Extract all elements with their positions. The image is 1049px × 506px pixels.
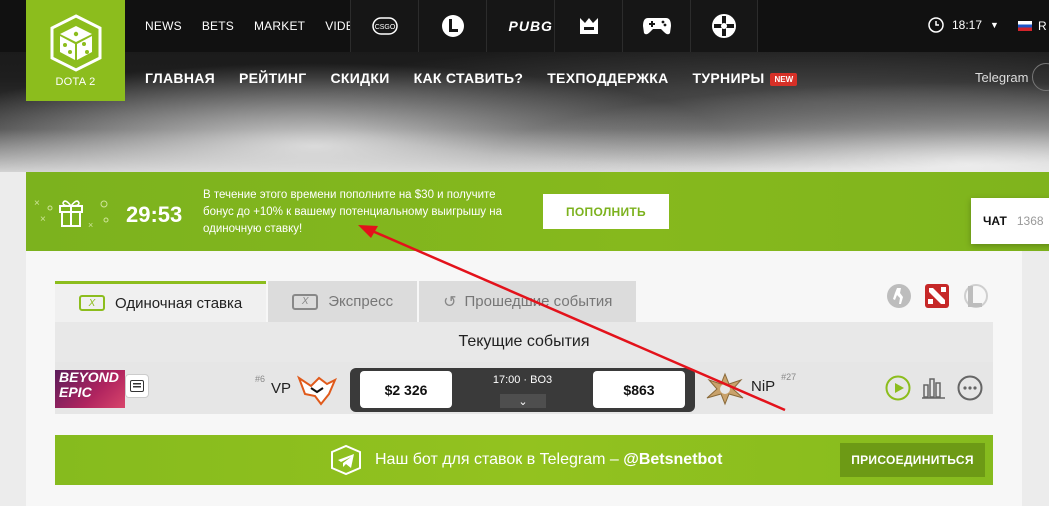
tab-past-events[interactable]: ↺ Прошедшие события	[419, 281, 637, 322]
svg-text:×: ×	[34, 198, 40, 209]
team-name: VP	[271, 380, 292, 397]
events-header: Текущие события	[55, 322, 993, 362]
filter-lol[interactable]	[962, 283, 988, 309]
pubg-icon: PUBG	[508, 18, 553, 34]
tournament-banner[interactable]: BEYOND EPIC	[55, 370, 125, 408]
nav-how-to-bet[interactable]: КАК СТАВИТЬ?	[414, 70, 524, 86]
tf-icon	[712, 14, 736, 38]
single-bet-icon: X	[79, 295, 105, 311]
nav-bets[interactable]: BETS	[202, 19, 234, 33]
card-icon	[130, 380, 144, 392]
clock-icon	[928, 17, 944, 33]
team-name: NiP	[751, 378, 776, 395]
tab-label: Одиночная ставка	[115, 294, 243, 312]
chat-button[interactable]: ЧАТ 1368	[971, 198, 1049, 244]
nav-market[interactable]: MARKET	[254, 19, 305, 33]
game-tab-csgo[interactable]: CSGO	[350, 0, 418, 52]
gift-icon: × × ×	[34, 198, 109, 230]
tab-label: Прошедшие события	[464, 293, 613, 310]
team-rank: #27	[781, 372, 797, 382]
csgo-icon: CSGO	[371, 17, 398, 35]
expand-match-button[interactable]: ⌄	[500, 394, 546, 408]
nav-discounts[interactable]: СКИДКИ	[331, 70, 390, 86]
nav-tournaments[interactable]: ТУРНИРЫ	[693, 70, 765, 86]
bar-chart-icon	[922, 378, 945, 399]
virtus-pro-logo-icon	[297, 375, 338, 406]
lol-filter-icon	[964, 284, 988, 308]
nav-main[interactable]: ГЛАВНАЯ	[145, 70, 215, 86]
telegram-banner-text: Наш бот для ставок в Telegram – @Betsnet…	[375, 451, 722, 469]
nav-rating[interactable]: РЕЙТИНГ	[239, 70, 307, 86]
team-rank: #6	[255, 374, 266, 384]
language-label: R	[1038, 19, 1047, 33]
express-icon: X	[292, 293, 319, 310]
tab-express[interactable]: X Экспресс	[268, 281, 418, 322]
filter-dota[interactable]	[924, 283, 950, 309]
clock[interactable]: 18:17 ▼	[928, 17, 999, 33]
chat-count: 1368	[1016, 214, 1044, 228]
chevron-down-icon: ▼	[990, 20, 999, 30]
team-left[interactable]: #6 VP	[255, 374, 338, 408]
main-nav: ГЛАВНАЯ РЕЙТИНГ СКИДКИ КАК СТАВИТЬ? ТЕХП…	[145, 70, 798, 86]
game-tab-tf[interactable]	[690, 0, 758, 52]
filter-csgo[interactable]	[886, 283, 912, 309]
svg-text:×: ×	[40, 214, 46, 225]
new-badge: NEW	[770, 72, 798, 86]
flag-ru-icon	[1018, 21, 1032, 31]
match-row[interactable]: BEYOND EPIC #6 VP $2 326 17:00 · BO3 ⌄ $…	[55, 362, 993, 414]
site-logo[interactable]: DOTA 2	[26, 0, 125, 101]
topup-button[interactable]: ПОПОЛНИТЬ	[543, 194, 669, 229]
svg-text:CSGO: CSGO	[374, 24, 395, 31]
game-tab-pubg[interactable]: PUBG	[486, 0, 554, 52]
clock-time: 18:17	[952, 18, 983, 32]
telegram-bot-icon	[331, 444, 361, 476]
watch-stream-button[interactable]	[885, 375, 911, 401]
nip-logo-icon	[706, 372, 744, 406]
chevron-down-icon: ⌄	[518, 395, 528, 408]
team-right[interactable]: NiP #27	[705, 372, 796, 406]
promo-text: В течение этого времени пополните на $30…	[203, 189, 502, 235]
logo-label: DOTA 2	[55, 76, 96, 88]
telegram-banner: Наш бот для ставок в Telegram – @Betsnet…	[55, 435, 993, 485]
game-tab-crown[interactable]	[554, 0, 622, 52]
telegram-banner-message: Наш бот для ставок в Telegram –	[375, 451, 624, 468]
game-tab-lol[interactable]	[418, 0, 486, 52]
top-nav: NEWS BETS MARKET VIDEO	[145, 19, 384, 33]
gamepad-icon	[642, 18, 671, 35]
history-icon: ↺	[443, 293, 457, 311]
dota-filter-icon	[925, 284, 949, 308]
nav-news[interactable]: NEWS	[145, 19, 182, 33]
promo-timer: 29:53	[126, 202, 183, 227]
telegram-bot-handle[interactable]: @Betsnetbot	[623, 451, 722, 468]
dice-logo-icon	[50, 14, 101, 72]
chat-label: ЧАТ	[983, 214, 1007, 228]
join-button[interactable]: ПРИСОЕДИНИТЬСЯ	[840, 443, 985, 477]
match-info-button[interactable]	[125, 374, 149, 398]
tab-label: Экспресс	[328, 293, 394, 310]
tab-single-bet[interactable]: X Одиночная ставка	[55, 281, 267, 322]
crown-icon	[579, 18, 598, 34]
svg-text:×: ×	[88, 220, 93, 230]
nav-support[interactable]: ТЕХПОДДЕРЖКА	[547, 70, 668, 86]
match-actions	[885, 375, 983, 401]
statistics-button[interactable]	[921, 375, 947, 401]
game-tab-console[interactable]	[622, 0, 690, 52]
promo-bar: × × × 29:53 В течение этого времени попо…	[26, 172, 1049, 251]
more-icon	[957, 375, 983, 401]
play-icon	[885, 375, 911, 401]
odds-team2-button[interactable]: $863	[593, 371, 685, 408]
game-tabs: CSGO PUBG	[350, 0, 758, 52]
bet-tabs: X Одиночная ставка X Экспресс ↺ Прошедши…	[55, 281, 638, 322]
telegram-link[interactable]: Telegram	[975, 70, 1028, 85]
language-selector[interactable]: R	[1018, 19, 1047, 33]
lol-icon	[441, 15, 464, 37]
more-options-button[interactable]	[957, 375, 983, 401]
game-filter	[886, 283, 988, 309]
odds-box: $2 326 17:00 · BO3 ⌄ $863	[350, 368, 695, 412]
csgo-filter-icon	[887, 284, 911, 308]
